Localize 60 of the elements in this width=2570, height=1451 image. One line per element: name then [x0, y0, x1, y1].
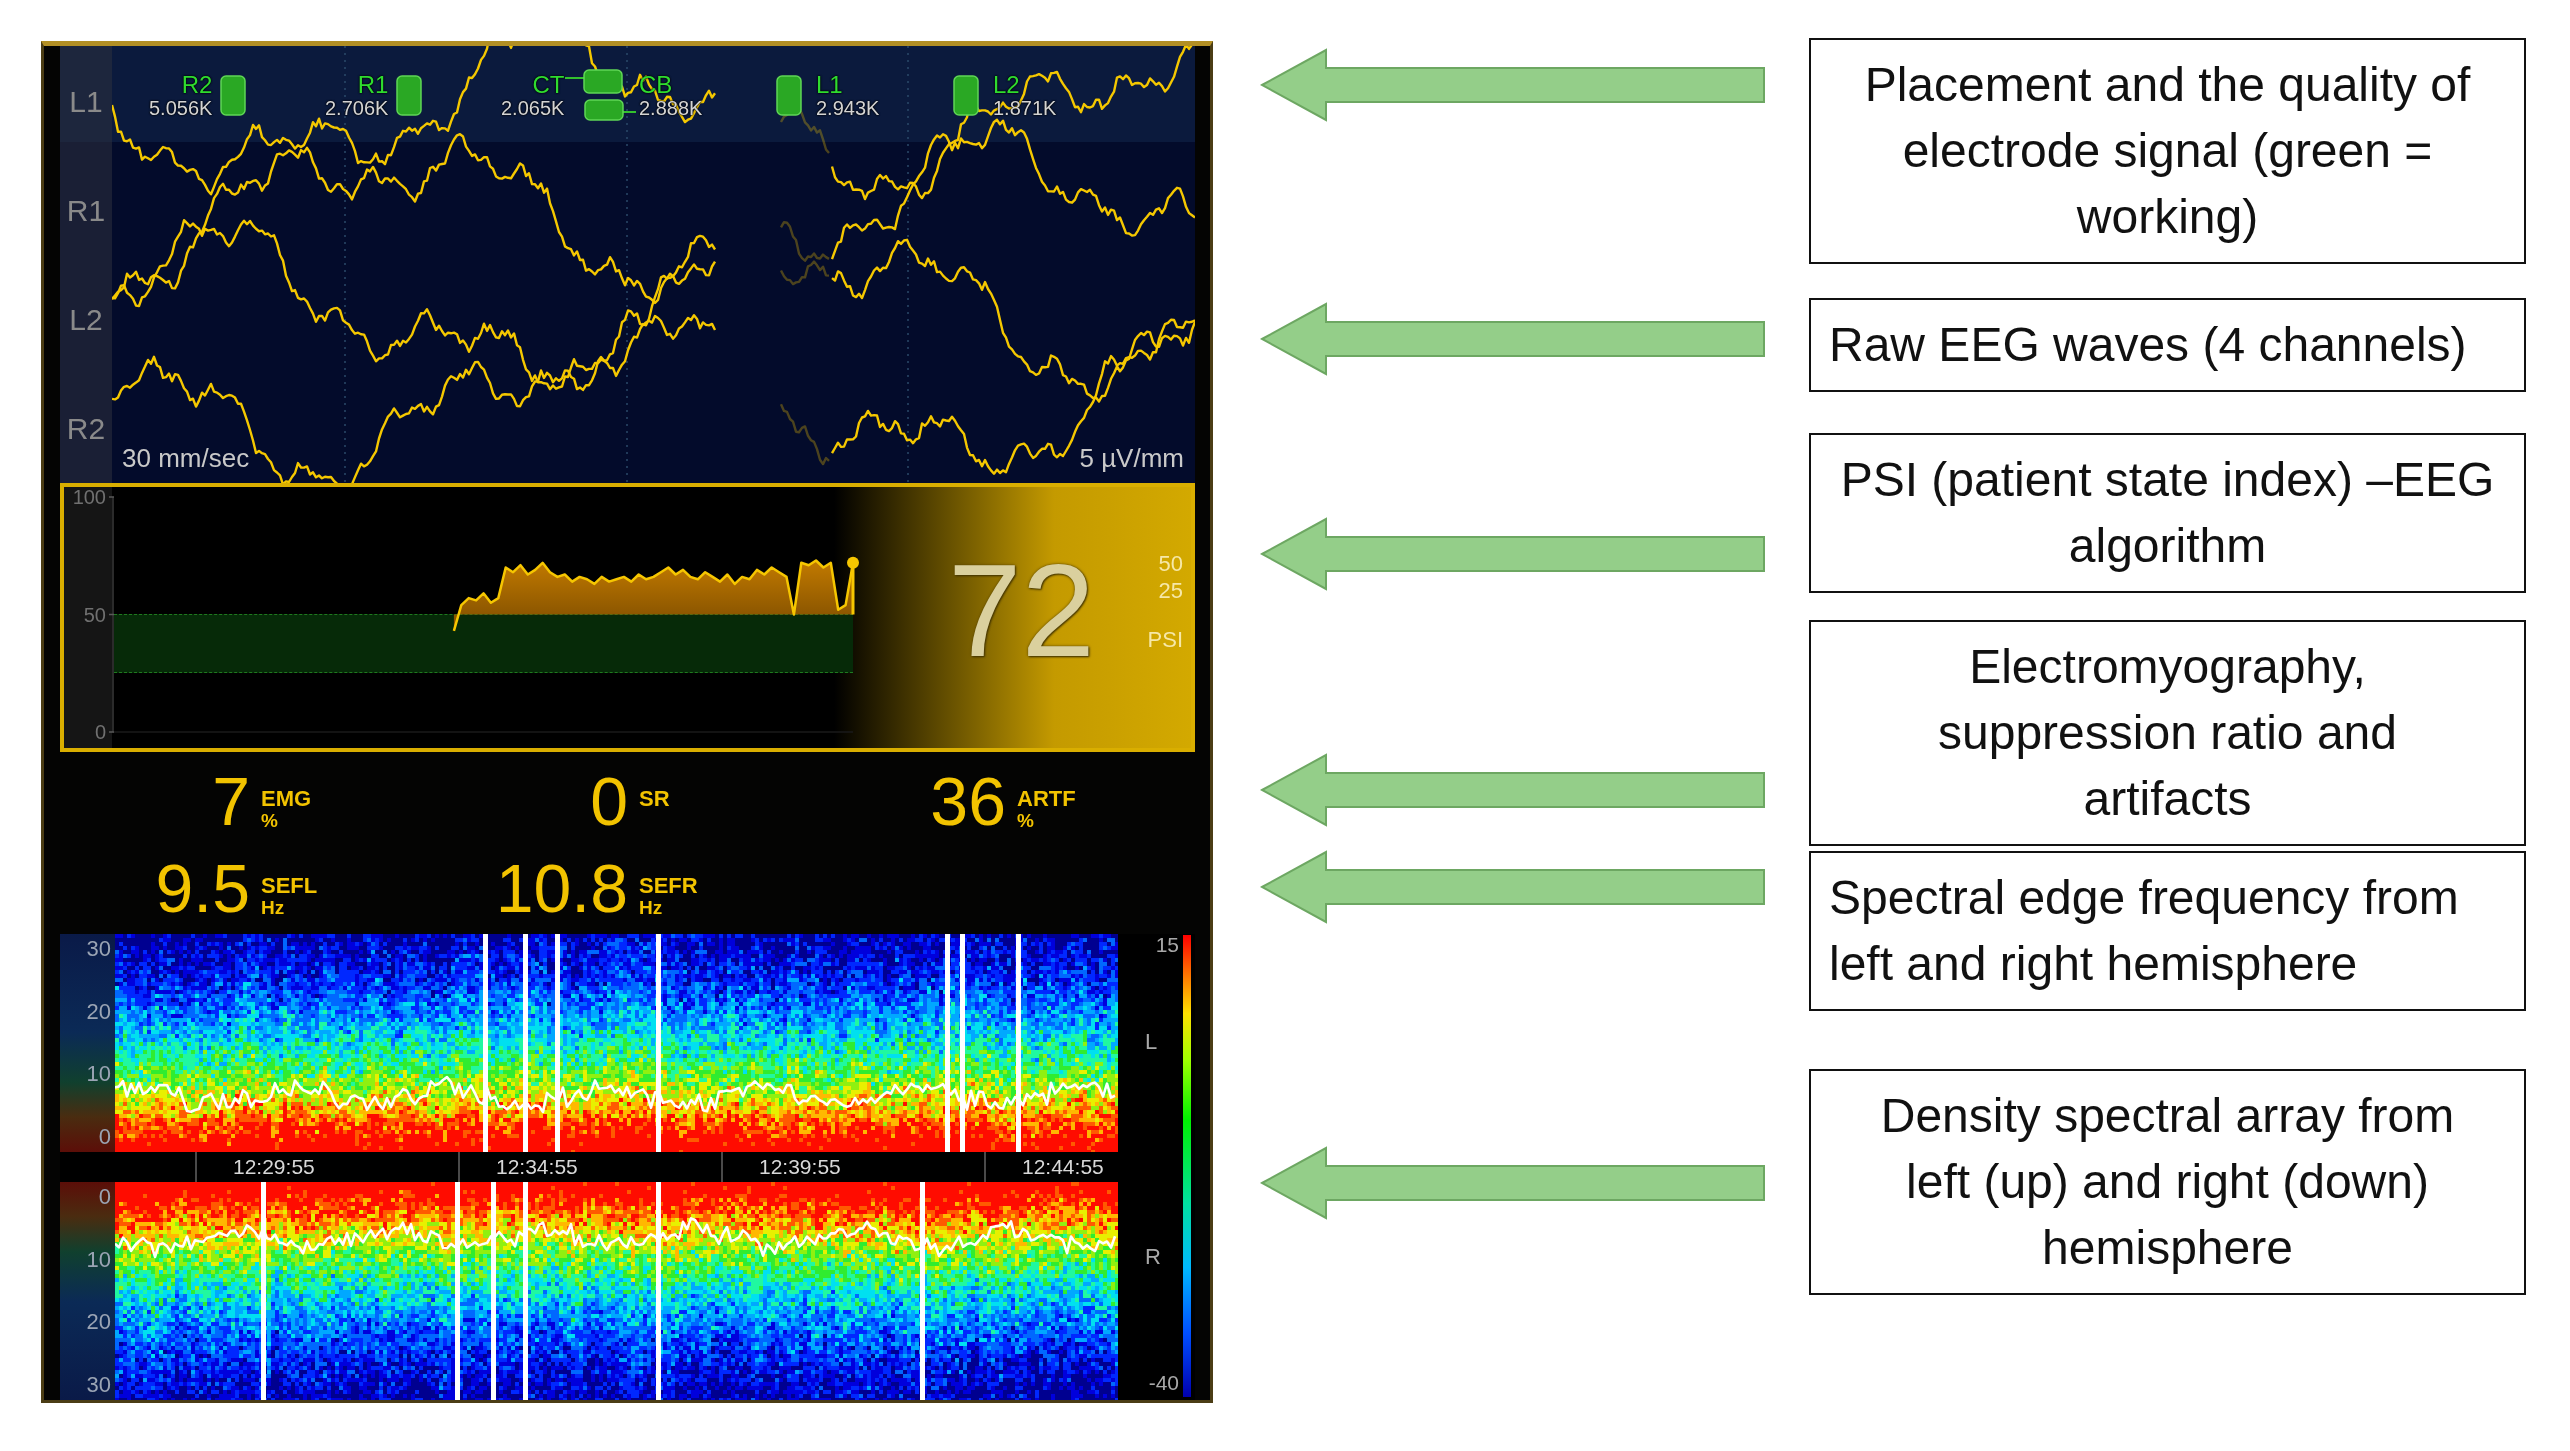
parameter-value: 36 — [930, 767, 1006, 835]
annotation-callout: PSI (patient state index) –EEG algorithm — [1809, 433, 2526, 593]
frequency-tick-label: 0 — [98, 1186, 111, 1208]
psi-label: PSI — [1147, 629, 1183, 651]
parameter-unit: % — [1017, 811, 1034, 831]
psi-limit-label: 25 — [1158, 580, 1183, 602]
parameter-label: SEFR — [639, 875, 698, 897]
annotation-callout: Electromyography, suppression ratio and artifacts — [1809, 620, 2526, 846]
frequency-tick-label: 30 — [86, 1373, 111, 1396]
time-label: 12:39:55 — [759, 1156, 841, 1178]
impedance-value: 2.706K — [325, 98, 389, 118]
parameter-unit: Hz — [261, 898, 285, 918]
electrode-label: R1 — [357, 73, 389, 97]
parameter-label: SEFL — [261, 875, 318, 897]
parameter-unit: Hz — [639, 898, 663, 918]
hemisphere-label: R — [1145, 1246, 1161, 1268]
channel-label: L1 — [69, 87, 103, 117]
current-value-marker — [847, 556, 859, 615]
y-axis-tick-label: 100 — [72, 487, 106, 508]
parameter-value: 9.5 — [155, 854, 250, 922]
y-axis-tick-label: 0 — [94, 721, 106, 743]
frequency-tick-label: 30 — [86, 938, 111, 960]
annotation-callout: Spectral edge frequency from left and right hemisphere — [1809, 851, 2526, 1011]
channel-label: R2 — [66, 414, 106, 444]
time-label: 12:44:55 — [1022, 1156, 1104, 1178]
frequency-tick-label: 10 — [86, 1248, 111, 1271]
frequency-tick-label: 20 — [86, 1000, 111, 1023]
impedance-value: 5.056K — [149, 98, 213, 118]
parameter-value: 10.8 — [495, 854, 628, 922]
hemisphere-label: L — [1145, 1031, 1158, 1053]
electrode-label: R2 — [181, 73, 213, 97]
time-label: 12:34:55 — [496, 1156, 578, 1178]
psi-value: 72 — [948, 545, 1095, 677]
parameter-label: EMG — [261, 788, 312, 810]
parameter-label: SR — [639, 788, 670, 810]
frequency-tick-label: 10 — [86, 1063, 111, 1086]
impedance-value: 1.871K — [993, 98, 1057, 118]
impedance-value: 2.943K — [816, 98, 880, 118]
frequency-tick-label: 20 — [86, 1311, 111, 1334]
channel-label: L2 — [69, 305, 103, 335]
impedance-value: 2.065K — [501, 98, 565, 118]
frequency-tick-label: 0 — [98, 1125, 111, 1148]
sweep-speed-label: 30 mm/sec — [122, 445, 250, 471]
parameter-value: 7 — [212, 767, 250, 835]
annotation-callout: Raw EEG waves (4 channels) — [1809, 298, 2526, 392]
y-axis-tick-label: 50 — [83, 603, 106, 626]
annotation-callout: Placement and the quality of electrode signal (green = working) — [1809, 38, 2526, 264]
parameter-unit: % — [261, 811, 278, 831]
scale-max-label: 15 — [1155, 934, 1179, 956]
parameter-value: 0 — [590, 767, 628, 835]
psi-limit-label: 50 — [1158, 553, 1183, 575]
annotation-callout: Density spectral array from left (up) and right (down) hemisphere — [1809, 1069, 2526, 1295]
electrode-label: L2 — [993, 73, 1020, 97]
electrode-label: L1 — [816, 73, 843, 97]
amplitude-scale-label: 5 µV/mm — [1079, 445, 1184, 471]
time-label: 12:29:55 — [233, 1156, 315, 1178]
channel-label: R1 — [66, 196, 106, 226]
scale-min-label: -40 — [1148, 1372, 1179, 1394]
electrode-label: CT — [532, 73, 565, 97]
parameter-label: ARTF — [1017, 788, 1076, 810]
